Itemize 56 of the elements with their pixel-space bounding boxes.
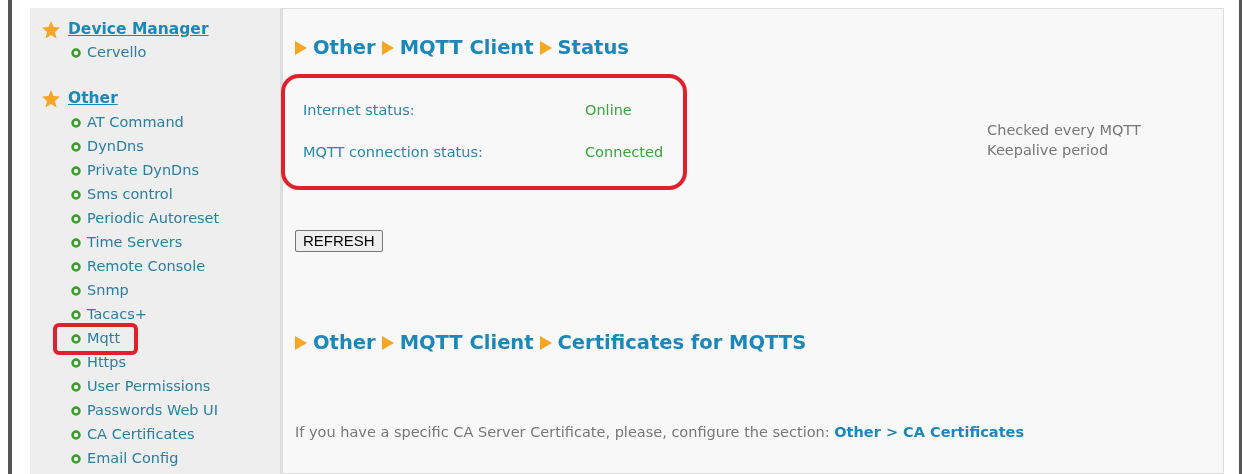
menu-item[interactable]: Private DynDns xyxy=(71,158,280,183)
bullet-icon xyxy=(71,453,81,464)
breadcrumb-item[interactable]: MQTT Client xyxy=(399,328,534,358)
bullet-icon xyxy=(71,357,81,368)
breadcrumb-item[interactable]: MQTT Client xyxy=(399,33,534,63)
menu-item[interactable]: Remote Console xyxy=(71,254,280,279)
bullet-icon xyxy=(71,189,81,200)
menu-item[interactable]: Time Servers xyxy=(71,230,280,255)
help-text: Checked every MQTT Keepalive period xyxy=(987,121,1142,161)
bullet-icon xyxy=(71,429,81,440)
menu-heading[interactable]: Other xyxy=(68,87,118,111)
bullet-icon xyxy=(71,165,81,176)
menu-item[interactable]: Passwords Web UI xyxy=(71,398,280,423)
menu-item[interactable]: Email Config xyxy=(71,446,280,471)
triangle-icon xyxy=(381,40,394,55)
status-value: Connected xyxy=(585,143,664,163)
status-label: MQTT connection status: xyxy=(303,143,484,163)
menu-item[interactable]: DynDns xyxy=(71,134,280,159)
menu-item[interactable]: Sms control xyxy=(71,182,280,207)
menu-item[interactable]: Periodic Autoreset xyxy=(71,206,280,231)
breadcrumb-item[interactable]: Other xyxy=(313,328,376,358)
bullet-icon xyxy=(71,261,81,272)
menu-item[interactable]: Https xyxy=(71,350,280,375)
status-label: Internet status: xyxy=(303,101,416,121)
bullet-icon xyxy=(71,309,81,320)
breadcrumb-item[interactable]: Status xyxy=(557,33,629,63)
refresh-button[interactable]: REFRESH xyxy=(295,230,383,253)
menu-item[interactable]: Mqtt xyxy=(71,326,121,351)
bullet-icon xyxy=(71,381,81,392)
section-link[interactable]: Other > CA Certificates xyxy=(834,423,1025,440)
menu-item[interactable]: Cervello xyxy=(71,41,280,66)
triangle-icon xyxy=(295,335,307,350)
menu-item[interactable]: User Permissions xyxy=(71,374,280,399)
bullet-icon xyxy=(71,141,81,152)
triangle-icon xyxy=(381,335,394,350)
menu-heading[interactable]: Device Manager xyxy=(68,18,209,42)
menu-item[interactable]: CA Certificates xyxy=(71,422,280,447)
breadcrumb-item[interactable]: Certificates for MQTTS xyxy=(557,328,807,358)
menu-item[interactable]: Tacacs+ xyxy=(71,302,280,327)
bullet-icon xyxy=(71,405,81,416)
bullet-icon xyxy=(71,48,81,59)
status-value: Online xyxy=(585,101,632,121)
bullet-icon xyxy=(71,213,81,224)
star-icon xyxy=(42,20,60,39)
menu-item[interactable]: Snmp xyxy=(71,278,280,303)
menu-item[interactable]: AT Command xyxy=(71,110,280,135)
bullet-icon xyxy=(71,117,81,128)
breadcrumb-item[interactable]: Other xyxy=(313,33,376,63)
triangle-icon xyxy=(295,40,307,55)
star-icon xyxy=(42,89,60,108)
triangle-icon xyxy=(539,335,552,350)
triangle-icon xyxy=(539,40,552,55)
bullet-icon xyxy=(71,237,81,248)
info-text: If you have a specific CA Server Certificate, please, configure the section: Other > CA Certificates xyxy=(295,422,1026,442)
bullet-icon xyxy=(71,333,81,344)
bullet-icon xyxy=(71,285,81,296)
